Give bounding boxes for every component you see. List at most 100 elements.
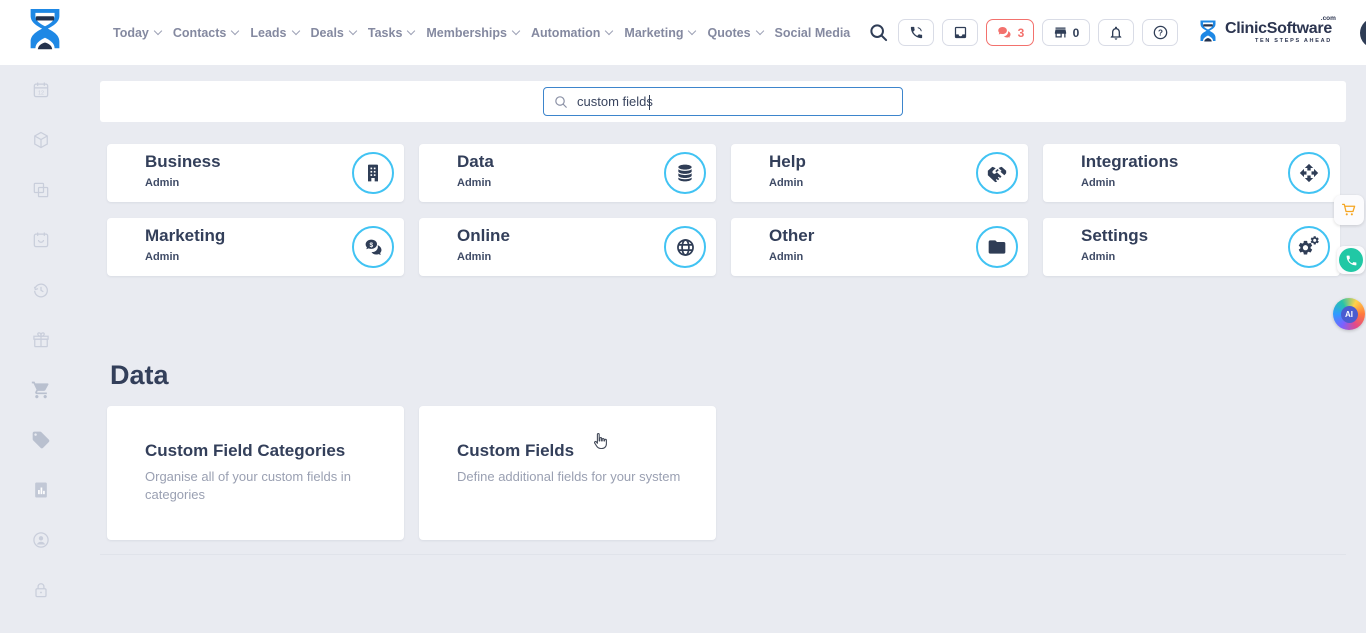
register-count-badge: 0	[1073, 26, 1080, 40]
handshake-icon	[986, 162, 1008, 184]
calendar-icon[interactable]: 12	[31, 80, 51, 100]
folder-icon	[987, 237, 1007, 257]
package-icon[interactable]	[31, 130, 51, 150]
category-title: Help	[769, 152, 806, 172]
nav-label: Leads	[250, 26, 286, 40]
phone-icon	[909, 25, 924, 40]
phone-button[interactable]	[898, 19, 934, 46]
chevron-down-icon	[755, 27, 763, 35]
page: Today Contacts Leads Deals Tasks Members…	[0, 0, 1366, 633]
chat-count-badge: 3	[1018, 26, 1025, 40]
category-icon-circle	[1288, 226, 1330, 268]
header: Today Contacts Leads Deals Tasks Members…	[0, 0, 1366, 65]
category-title: Online	[457, 226, 510, 246]
section-title: Data	[110, 360, 169, 391]
search-icon[interactable]	[866, 19, 890, 46]
category-subtitle: Admin	[145, 251, 179, 263]
chevron-down-icon	[291, 27, 299, 35]
card-custom-field-categories[interactable]: Custom Field Categories Organise all of …	[107, 406, 404, 540]
category-title: Marketing	[145, 226, 225, 246]
svg-text:12: 12	[37, 91, 43, 97]
nav-item-marketing[interactable]: Marketing	[624, 26, 695, 40]
category-card-online[interactable]: Online Admin	[419, 218, 716, 276]
category-card-help[interactable]: Help Admin	[731, 144, 1028, 202]
inbox-button[interactable]	[942, 19, 978, 46]
sidebar: 12	[0, 65, 81, 600]
category-icon-circle	[976, 152, 1018, 194]
app-logo[interactable]	[22, 7, 68, 62]
main-nav: Today Contacts Leads Deals Tasks Members…	[113, 0, 850, 65]
category-card-business[interactable]: Business Admin	[107, 144, 404, 202]
chat-dollar-icon: $	[363, 237, 384, 258]
nav-label: Quotes	[707, 26, 750, 40]
building-icon	[363, 163, 383, 183]
history-icon[interactable]	[31, 280, 51, 300]
chevron-down-icon	[349, 27, 357, 35]
help-button[interactable]: ?	[1142, 19, 1178, 46]
category-icon-circle	[1288, 152, 1330, 194]
category-card-integrations[interactable]: Integrations Admin	[1043, 144, 1340, 202]
floating-cart-button[interactable]	[1334, 195, 1364, 225]
store-icon	[1053, 25, 1068, 40]
nav-item-quotes[interactable]: Quotes	[707, 26, 762, 40]
user-avatar[interactable]	[1360, 18, 1366, 48]
nav-label: Today	[113, 26, 149, 40]
nav-item-tasks[interactable]: Tasks	[368, 26, 415, 40]
inbox-icon	[953, 25, 968, 40]
category-icon-circle	[664, 226, 706, 268]
gift-icon[interactable]	[31, 330, 51, 350]
nav-item-contacts[interactable]: Contacts	[173, 26, 238, 40]
card-title: Custom Fields	[457, 441, 574, 461]
chevron-down-icon	[688, 27, 696, 35]
cart-icon[interactable]	[31, 380, 51, 400]
floating-ai-button[interactable]: AI	[1333, 298, 1365, 330]
category-title: Other	[769, 226, 814, 246]
nav-label: Social Media	[775, 26, 851, 40]
category-icon-circle	[352, 152, 394, 194]
card-custom-fields[interactable]: Custom Fields Define additional fields f…	[419, 406, 716, 540]
move-arrows-icon	[1299, 163, 1319, 183]
section-divider	[100, 554, 1346, 555]
help-icon: ?	[1152, 24, 1169, 41]
category-card-data[interactable]: Data Admin	[419, 144, 716, 202]
lock-icon[interactable]	[31, 580, 51, 600]
hourglass-logo-icon	[1196, 19, 1220, 46]
clinicsoftware-brand[interactable]: ClinicSoftware .com TEN STEPS AHEAD	[1196, 19, 1340, 46]
hand-cursor-icon	[589, 430, 613, 454]
user-circle-icon[interactable]	[31, 530, 51, 550]
nav-item-today[interactable]: Today	[113, 26, 161, 40]
floating-whatsapp-button[interactable]	[1337, 246, 1365, 274]
text-caret	[649, 95, 650, 110]
tag-icon[interactable]	[31, 430, 51, 450]
category-card-settings[interactable]: Settings Admin	[1043, 218, 1340, 276]
category-subtitle: Admin	[457, 251, 491, 263]
nav-item-social-media[interactable]: Social Media	[775, 26, 851, 40]
category-card-other[interactable]: Other Admin	[731, 218, 1028, 276]
category-card-marketing[interactable]: Marketing Admin $	[107, 218, 404, 276]
booking-calendar-icon[interactable]	[31, 230, 51, 250]
category-icon-circle	[664, 152, 706, 194]
nav-label: Deals	[311, 26, 344, 40]
nav-label: Automation	[531, 26, 600, 40]
category-title: Settings	[1081, 226, 1148, 246]
nav-item-leads[interactable]: Leads	[250, 26, 298, 40]
nav-label: Marketing	[624, 26, 683, 40]
chevron-down-icon	[154, 27, 162, 35]
chat-button[interactable]: 3	[986, 19, 1034, 46]
brand-name: ClinicSoftware	[1225, 21, 1332, 37]
nav-label: Contacts	[173, 26, 226, 40]
category-subtitle: Admin	[1081, 251, 1115, 263]
report-icon[interactable]	[31, 480, 51, 500]
nav-item-memberships[interactable]: Memberships	[426, 26, 519, 40]
category-grid: Business Admin Data Admin Help Admin Int…	[107, 144, 1340, 276]
brand-text: ClinicSoftware .com TEN STEPS AHEAD	[1225, 21, 1340, 45]
nav-item-deals[interactable]: Deals	[311, 26, 356, 40]
admin-search-input[interactable]	[568, 94, 902, 109]
notifications-button[interactable]	[1098, 19, 1134, 46]
category-subtitle: Admin	[769, 177, 803, 189]
admin-search-box[interactable]	[543, 87, 903, 116]
register-button[interactable]: 0	[1042, 19, 1090, 46]
nav-item-automation[interactable]: Automation	[531, 26, 612, 40]
chevron-down-icon	[512, 27, 520, 35]
copy-icon[interactable]	[31, 180, 51, 200]
